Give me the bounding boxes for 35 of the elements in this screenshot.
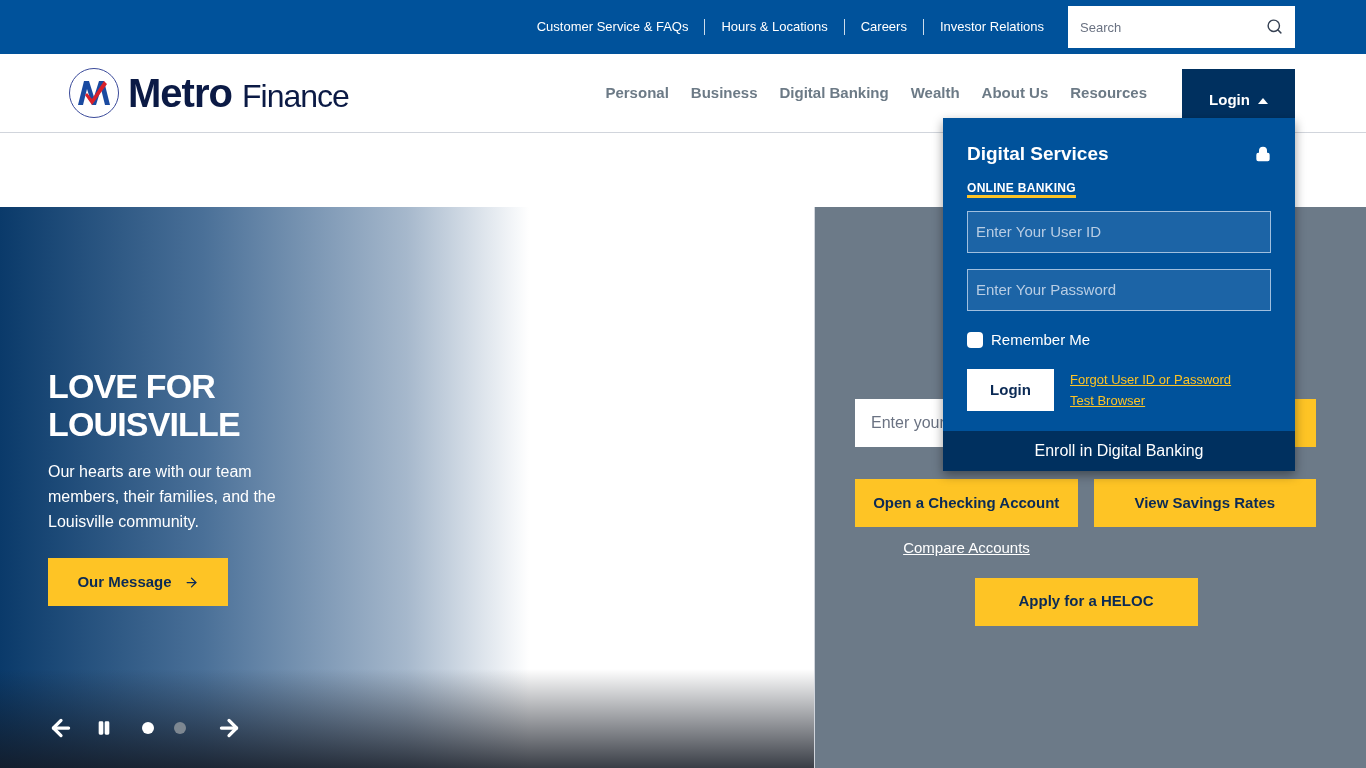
lock-icon [1255, 146, 1271, 163]
search-icon[interactable] [1266, 18, 1283, 35]
dropdown-link[interactable]: Forgot User ID or Password [1070, 372, 1232, 387]
enroll-link[interactable]: Enroll in Digital Banking [943, 431, 1295, 471]
search-field[interactable]: Search [1068, 6, 1295, 48]
panel-button[interactable]: View Savings Rates [1093, 479, 1316, 527]
hero-title: LOVE FOR LOUISVILLE [48, 367, 241, 443]
login-submit-button[interactable]: Login [967, 369, 1054, 411]
logo-icon [68, 67, 120, 119]
our-message-button[interactable]: Our Message [48, 558, 228, 606]
nav-link[interactable]: Personal [605, 81, 669, 105]
pause-icon[interactable] [96, 720, 112, 736]
user-id-field[interactable]: Enter Your User ID [967, 210, 1271, 253]
nav-link[interactable]: Business [690, 81, 758, 105]
utility-link[interactable]: Careers [844, 17, 923, 37]
panel-button[interactable]: Open a Checking Account [855, 479, 1078, 527]
heloc-button[interactable]: Apply for a HELOC [974, 577, 1198, 626]
utility-link[interactable]: Investor Relations [923, 17, 1060, 37]
hero-text: Our hearts are with our team members, their families, and the Louisville community. [48, 462, 277, 532]
dropdown-link[interactable]: Test Browser [1070, 393, 1232, 408]
password-field[interactable]: Enter Your Password [967, 268, 1271, 311]
nav-link[interactable]: About Us [981, 81, 1049, 105]
logo-text: Metro Finance [128, 73, 349, 113]
compare-accounts-link[interactable]: Compare Accounts [903, 537, 1030, 560]
nav-link[interactable]: Resources [1070, 81, 1147, 105]
utility-link[interactable]: Customer Service & FAQs [520, 17, 705, 37]
arrow-right-icon [183, 574, 199, 590]
caret-icon [1257, 97, 1268, 104]
dropdown-title: Digital Services [967, 142, 1109, 166]
nav-link[interactable]: Digital Banking [779, 81, 889, 105]
utility-link[interactable]: Hours & Locations [705, 17, 844, 37]
online-banking-tab[interactable]: ONLINE BANKING [967, 180, 1076, 198]
remember-me-checkbox[interactable] [967, 331, 983, 348]
nav-link[interactable]: Wealth [910, 81, 960, 105]
remember-me-label: Remember Me [991, 329, 1091, 350]
